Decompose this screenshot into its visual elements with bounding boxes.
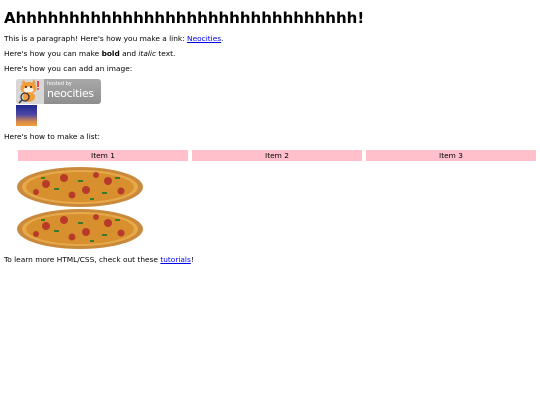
formatting-prefix: Here's how you can make: [4, 49, 102, 58]
list-item-3: Item 3: [366, 150, 536, 161]
image-intro-paragraph: Here's how you can add an image:: [4, 64, 133, 73]
sunset-gradient-image: [16, 105, 37, 126]
learn-text: To learn more HTML/CSS, check out these: [4, 255, 161, 264]
formatting-suffix: text.: [156, 49, 176, 58]
item-list: Item 1 Item 2 Item 3: [18, 150, 536, 161]
formatting-middle: and: [119, 49, 139, 58]
formatting-paragraph: Here's how you can make bold and italic …: [4, 49, 175, 59]
learn-more-paragraph: To learn more HTML/CSS, check out these …: [4, 255, 194, 265]
learn-end: !: [190, 255, 194, 264]
intro-paragraph: This is a paragraph! Here's how you make…: [4, 34, 223, 44]
pizza-image: [17, 167, 143, 207]
pizza-image: [17, 209, 143, 249]
neocities-cat-icon: [16, 79, 44, 104]
page-heading: Ahhhhhhhhhhhhhhhhhhhhhhhhhhhhhhhh!: [4, 9, 365, 27]
list-item-2: Item 2: [192, 150, 362, 161]
list-item-1: Item 1: [18, 150, 188, 161]
badge-brand-text: neocities: [47, 87, 94, 100]
intro-end: .: [221, 34, 224, 43]
bold-text: bold: [101, 49, 120, 58]
list-intro-paragraph: Here's how to make a list:: [4, 132, 100, 141]
neocities-link[interactable]: Neocities: [187, 34, 221, 43]
tutorials-link[interactable]: tutorials: [160, 255, 191, 264]
hosted-by-neocities-badge[interactable]: hosted by neocities: [16, 79, 101, 104]
intro-text: This is a paragraph! Here's how you make…: [4, 34, 188, 43]
italic-text: italic: [138, 49, 157, 58]
